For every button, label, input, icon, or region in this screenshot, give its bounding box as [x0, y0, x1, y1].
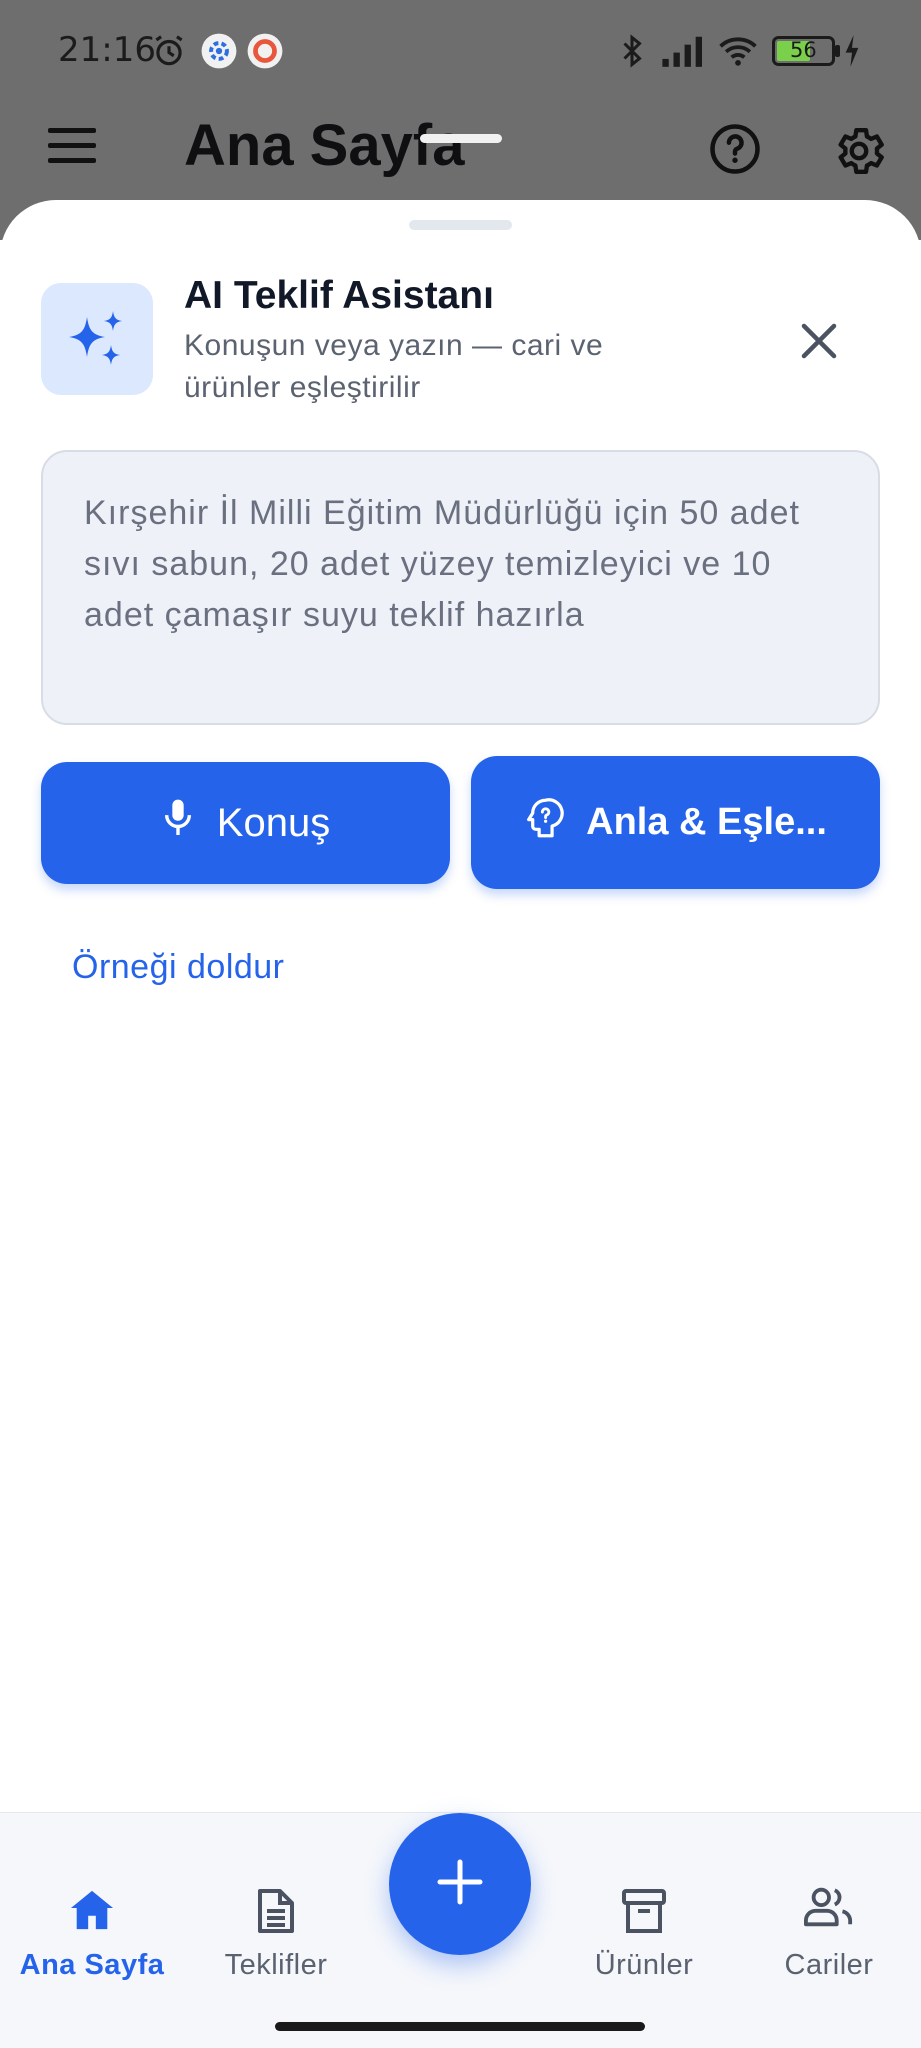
sheet-title: AI Teklif Asistanı — [184, 274, 494, 317]
understand-match-button[interactable]: Anla & Eşle... — [471, 756, 880, 889]
settings-icon[interactable] — [830, 122, 888, 185]
sheet-subtitle: Konuşun veya yazın — cari ve ürünler eşl… — [184, 329, 604, 404]
sheet-top-grabber — [420, 134, 502, 143]
add-button[interactable] — [389, 1813, 531, 1955]
help-icon[interactable] — [708, 122, 762, 181]
sheet-drag-handle[interactable] — [409, 220, 512, 230]
psychology-head-icon — [524, 797, 586, 849]
microphone-icon — [161, 798, 217, 848]
menu-icon[interactable] — [48, 128, 96, 169]
close-button[interactable] — [790, 312, 848, 370]
nav-label-offers: Teklifler — [224, 1949, 328, 1981]
people-icon — [737, 1887, 921, 1927]
ai-badge — [41, 283, 153, 395]
bluetooth-icon — [614, 32, 650, 75]
nav-label-home: Ana Sayfa — [19, 1949, 165, 1981]
home-indicator[interactable] — [275, 2022, 645, 2031]
home-icon — [0, 1887, 184, 1931]
plus-icon — [435, 1857, 485, 1912]
understand-match-button-label: Anla & Eşle... — [586, 801, 827, 843]
nav-label-products: Ürünler — [594, 1949, 694, 1981]
sparkles-icon — [65, 309, 129, 376]
alarm-icon — [150, 32, 188, 75]
status-bar: 21:16 56 — [0, 0, 921, 100]
prompt-input[interactable]: Kırşehir İl Milli Eğitim Müdürlüğü için … — [41, 450, 880, 725]
fill-example-link[interactable]: Örneği doldur — [72, 948, 285, 987]
speak-button-label: Konuş — [216, 800, 331, 845]
document-icon — [184, 1887, 368, 1935]
record-notification-icon — [246, 32, 284, 75]
page-title: Ana Sayfa — [184, 113, 465, 178]
prompt-input-text: Kırşehir İl Milli Eğitim Müdürlüğü için … — [84, 494, 800, 634]
ai-assistant-sheet: AI Teklif Asistanı Konuşun veya yazın — … — [0, 200, 921, 1812]
nav-label-clients: Cariler — [784, 1949, 874, 1981]
status-time: 21:16 — [58, 30, 156, 70]
archive-icon — [552, 1887, 736, 1935]
signal-icon — [660, 32, 706, 75]
close-icon — [790, 323, 848, 374]
charging-icon — [842, 32, 862, 75]
battery-level: 56 — [790, 38, 817, 62]
gear-notification-icon — [200, 32, 238, 75]
speak-button[interactable]: Konuş — [41, 762, 450, 884]
wifi-icon — [716, 32, 760, 75]
